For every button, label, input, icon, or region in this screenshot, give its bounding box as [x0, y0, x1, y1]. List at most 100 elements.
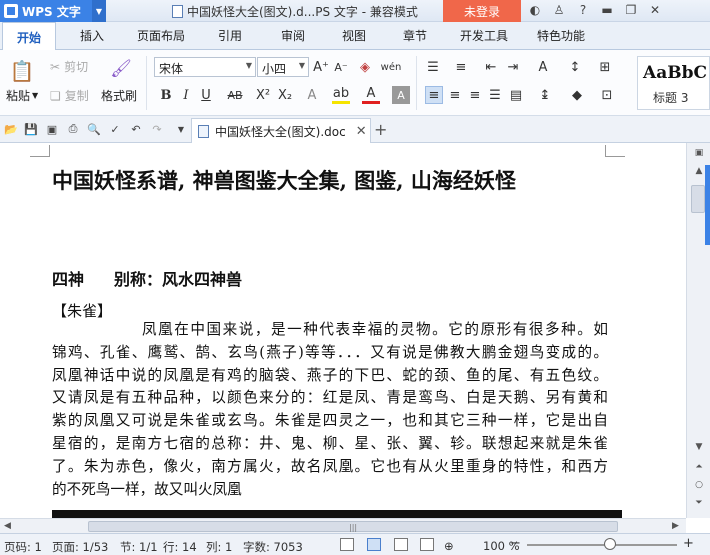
page-view-icon[interactable]	[367, 538, 381, 551]
zoom-slider-track[interactable]	[527, 544, 677, 546]
tab-references[interactable]: 引用	[218, 27, 242, 44]
copy-button[interactable]: ❏ 复制	[50, 87, 89, 104]
status-col[interactable]: 列: 1	[206, 539, 232, 555]
save-icon[interactable]: 💾	[24, 122, 38, 136]
undo-icon[interactable]: ↶	[129, 122, 143, 136]
status-section[interactable]: 节: 1/1	[120, 539, 158, 555]
tab-chapter[interactable]: 章节	[403, 27, 427, 44]
strikethrough-icon[interactable]: AB	[226, 86, 244, 104]
web-view-icon[interactable]: ⊕	[444, 539, 454, 553]
paste-icon[interactable]: 📋	[10, 58, 35, 84]
login-button[interactable]: 未登录	[443, 0, 521, 22]
increase-indent-icon[interactable]: ⇥	[504, 58, 522, 76]
superscript-icon[interactable]: X²	[254, 86, 272, 104]
shirt-icon[interactable]: ♙	[552, 3, 566, 17]
paste-label: 粘贴	[6, 89, 31, 103]
tab-home[interactable]: 开始	[2, 22, 57, 51]
align-right-icon[interactable]: ≡	[466, 86, 484, 104]
tab-page-layout[interactable]: 页面布局	[137, 27, 185, 44]
fullscreen-view-icon[interactable]	[340, 538, 354, 551]
sort-icon[interactable]: ↕	[566, 58, 584, 76]
zoom-in-icon[interactable]: +	[683, 536, 694, 551]
redo-icon[interactable]: ↷	[150, 122, 164, 136]
scroll-right-icon[interactable]: ▶	[672, 521, 679, 531]
chevron-down-icon[interactable]: ▼	[174, 122, 188, 136]
scroll-thumb[interactable]: |||	[88, 521, 618, 532]
shading-icon[interactable]: ◆	[568, 86, 586, 104]
browse-object-icon[interactable]: ○	[691, 477, 707, 493]
print-preview-icon[interactable]: 🔍	[87, 122, 101, 136]
document-tab[interactable]: 中国妖怪大全(图文).doc ✕	[191, 118, 371, 143]
plus-icon[interactable]: +	[374, 120, 387, 139]
minimize-icon[interactable]: ▬	[600, 3, 614, 17]
document-icon	[172, 5, 183, 18]
decrease-indent-icon[interactable]: ⇤	[482, 58, 500, 76]
underline-icon[interactable]: U	[197, 86, 215, 104]
tab-view[interactable]: 视图	[342, 27, 366, 44]
close-icon[interactable]: ✕	[648, 3, 662, 17]
subscript-icon[interactable]: X₂	[276, 86, 294, 104]
bold-icon[interactable]: B	[157, 86, 175, 104]
table-icon[interactable]: ⊞	[596, 58, 614, 76]
zoom-slider-knob[interactable]	[604, 538, 616, 550]
grow-font-icon[interactable]: A⁺	[312, 58, 330, 76]
outline-view-icon[interactable]	[394, 538, 408, 551]
distributed-icon[interactable]: ▤	[507, 86, 525, 104]
line-spacing-icon[interactable]: ↨	[536, 86, 554, 104]
format-painter-button[interactable]: 格式刷	[101, 87, 137, 104]
shrink-font-icon[interactable]: A⁻	[332, 58, 350, 76]
window-title: 中国妖怪大全(图文).d...PS 文字 - 兼容模式	[172, 3, 418, 20]
prev-page-icon[interactable]: ⏶	[691, 459, 707, 475]
border-icon[interactable]: ⊡	[598, 86, 616, 104]
text-direction-icon[interactable]: A	[534, 58, 552, 76]
status-page[interactable]: 页面: 1/53	[52, 539, 108, 555]
reading-view-icon[interactable]	[420, 538, 434, 551]
format-painter-icon[interactable]: 🖌	[110, 58, 132, 80]
document-canvas[interactable]: 中国妖怪系谱, 神兽图鉴大全集, 图鉴, 山海经妖怪 四神 别称：风水四神兽 【朱…	[0, 143, 686, 518]
justify-icon[interactable]: ☰	[486, 86, 504, 104]
numbered-list-icon[interactable]: ≡	[452, 58, 470, 76]
close-icon[interactable]: ✕	[356, 124, 367, 139]
font-color-icon[interactable]: A	[362, 86, 380, 104]
spellcheck-icon[interactable]: ✓	[108, 122, 122, 136]
text-effect-icon[interactable]: A	[303, 86, 321, 104]
highlight-icon[interactable]: ab	[332, 86, 350, 104]
wps-menu-button[interactable]: WPS 文字 ▼	[0, 0, 106, 22]
paste-button[interactable]: 粘贴 ▼	[6, 87, 38, 104]
skin-icon[interactable]: ◐	[528, 3, 542, 17]
font-name-select[interactable]: 宋体 ▼	[154, 57, 256, 77]
align-center-icon[interactable]: ≡	[446, 86, 464, 104]
tab-review[interactable]: 审阅	[281, 27, 305, 44]
next-page-icon[interactable]: ⏷	[691, 495, 707, 511]
print-icon[interactable]: ⎙	[66, 122, 80, 136]
tab-developer[interactable]: 开发工具	[460, 27, 508, 44]
section-label: 【朱雀】	[52, 302, 113, 320]
font-size-select[interactable]: 小四 ▼	[257, 57, 309, 77]
clear-format-icon[interactable]: ◈	[356, 58, 374, 76]
align-left-icon[interactable]: ≡	[425, 86, 443, 104]
phonetic-guide-icon[interactable]: wén	[381, 58, 402, 76]
char-shading-icon[interactable]: A	[392, 86, 410, 104]
bullet-list-icon[interactable]: ☰	[424, 58, 442, 76]
split-view-icon[interactable]: ▣	[691, 145, 707, 161]
open-folder-icon[interactable]: 📂	[4, 122, 18, 136]
horizontal-scrollbar[interactable]: ◀ ||| ▶	[0, 518, 686, 533]
cut-button[interactable]: ✂ 剪切	[50, 58, 88, 75]
chevron-down-icon[interactable]: ▼	[92, 0, 106, 22]
restore-icon[interactable]: ❐	[624, 3, 638, 17]
side-panel-tab[interactable]	[705, 165, 710, 245]
status-row[interactable]: 行: 14	[163, 539, 197, 555]
status-page-code[interactable]: 页码: 1	[4, 539, 42, 555]
export-pdf-icon[interactable]: ▣	[45, 122, 59, 136]
scroll-down-icon[interactable]: ▼	[691, 439, 707, 455]
help-icon[interactable]: ?	[576, 3, 590, 17]
zoom-out-icon[interactable]: −	[510, 536, 521, 551]
status-word-count[interactable]: 字数: 7053	[243, 539, 303, 555]
scroll-thumb[interactable]	[691, 185, 705, 213]
italic-icon[interactable]: I	[177, 86, 195, 104]
scroll-left-icon[interactable]: ◀	[4, 521, 11, 531]
title-bar: WPS 文字 ▼ 中国妖怪大全(图文).d...PS 文字 - 兼容模式 未登录…	[0, 0, 710, 22]
tab-insert[interactable]: 插入	[80, 27, 104, 44]
style-gallery[interactable]: AaBbC 标题 3	[637, 56, 710, 110]
tab-features[interactable]: 特色功能	[537, 27, 585, 44]
